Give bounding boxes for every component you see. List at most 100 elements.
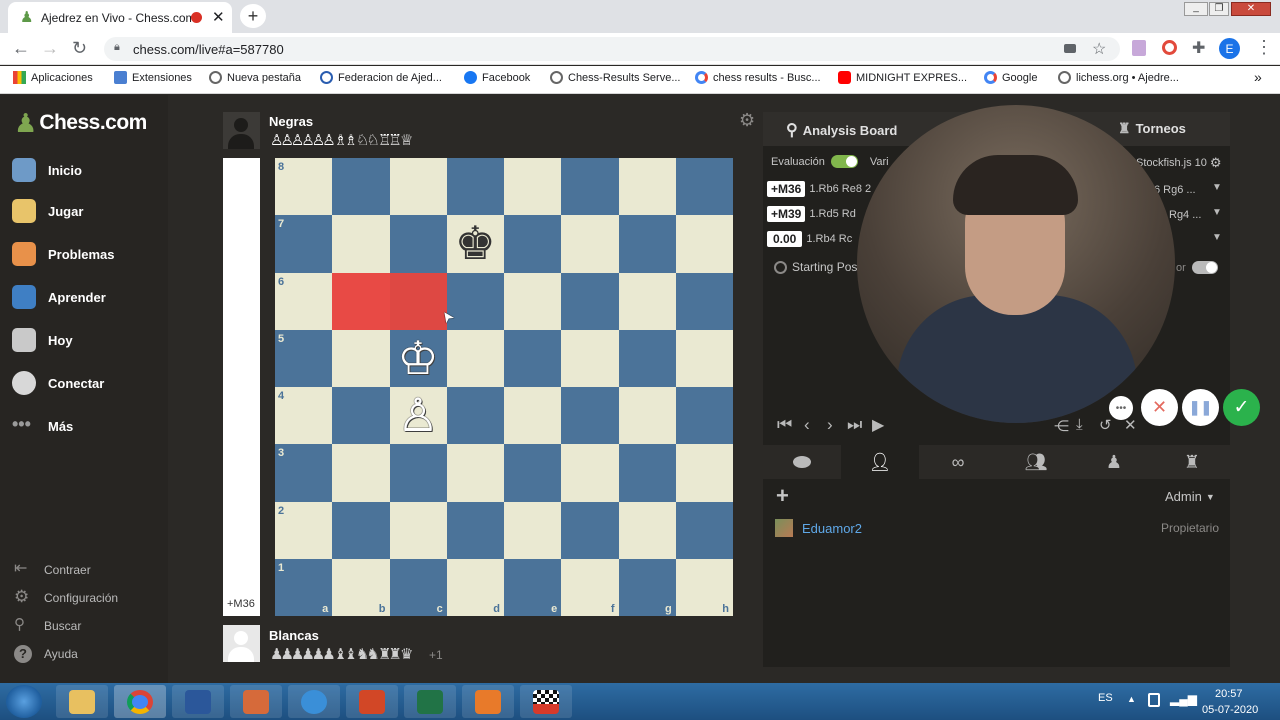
square-e5[interactable] (504, 329, 562, 387)
minimize-icon[interactable]: _ (1184, 2, 1208, 16)
square-e1[interactable]: e (504, 558, 562, 616)
engine-line-2[interactable]: +M39 1.Rd5 Rd (767, 206, 856, 222)
clock-time[interactable]: 20:57 (1215, 688, 1243, 700)
reload-icon[interactable]: ↻ (72, 38, 87, 59)
sidebar-item-jugar[interactable]: Jugar (12, 199, 83, 223)
tray-device-icon[interactable] (1148, 693, 1160, 707)
play-icon[interactable]: ▶ (872, 415, 884, 435)
option-toggle[interactable] (1192, 261, 1218, 274)
language-indicator[interactable]: ES (1098, 692, 1113, 704)
forward-icon[interactable]: → (41, 38, 59, 59)
black-player-name[interactable]: Negras (269, 114, 313, 129)
bookmarks-more[interactable]: » (1254, 69, 1262, 85)
square-f5[interactable] (561, 329, 619, 387)
tab-torneos[interactable]: ♜ Torneos (1118, 120, 1186, 137)
square-b7[interactable] (332, 215, 390, 273)
last-move-icon[interactable]: ⏭ (847, 415, 862, 435)
square-b3[interactable] (332, 444, 390, 502)
square-g1[interactable]: g (618, 558, 676, 616)
close-tab-icon[interactable]: ✕ (212, 8, 225, 26)
square-h5[interactable] (675, 329, 733, 387)
overlay-pause-button[interactable]: ❚❚ (1182, 389, 1219, 426)
square-f4[interactable] (561, 387, 619, 445)
square-b1[interactable]: b (332, 558, 390, 616)
bookmark-google-search[interactable]: chess results - Busc... (695, 71, 821, 84)
sidebar-help[interactable]: ? Ayuda (14, 645, 78, 663)
white-piece-c5[interactable]: ♔ (390, 330, 447, 387)
tab-chat[interactable] (763, 445, 841, 479)
square-e2[interactable] (504, 501, 562, 559)
square-a1[interactable]: 1a (275, 558, 333, 616)
square-e8[interactable] (504, 158, 562, 216)
square-h3[interactable] (675, 444, 733, 502)
puzzle-icon[interactable]: ✚ (1192, 38, 1205, 58)
square-a2[interactable]: 2 (275, 501, 333, 559)
menu-icon[interactable]: ⋮ (1255, 37, 1273, 58)
square-f8[interactable] (561, 158, 619, 216)
new-tab-button[interactable]: + (240, 4, 266, 28)
sidebar-collapse[interactable]: ⇤ Contraer (14, 561, 91, 579)
browser-tab[interactable]: ♟ Ajedrez en Vivo - Chess.com ✕ (8, 2, 232, 33)
taskbar-powerpoint[interactable] (346, 685, 398, 718)
square-a5[interactable]: 5 (275, 329, 333, 387)
overlay-cancel-button[interactable]: ✕ (1141, 389, 1178, 426)
square-h6[interactable] (675, 272, 733, 330)
overlay-more-button[interactable]: ••• (1109, 396, 1133, 420)
bookmark-google[interactable]: Google (984, 71, 1037, 84)
square-h8[interactable] (675, 158, 733, 216)
square-h7[interactable] (675, 215, 733, 273)
square-d1[interactable]: d (446, 558, 504, 616)
square-b2[interactable] (332, 501, 390, 559)
sidebar-item-hoy[interactable]: Hoy (12, 328, 73, 352)
square-a8[interactable]: 8 (275, 158, 333, 216)
line-3-chevron-down-icon[interactable]: ▼ (1212, 232, 1222, 243)
taskbar-recorder[interactable] (520, 685, 572, 718)
square-f7[interactable] (561, 215, 619, 273)
network-icon[interactable]: ▂▄▆ (1170, 692, 1197, 706)
square-d3[interactable] (446, 444, 504, 502)
sidebar-item-inicio[interactable]: Inicio (12, 158, 82, 182)
overlay-confirm-button[interactable]: ✓ (1223, 389, 1260, 426)
square-b4[interactable] (332, 387, 390, 445)
bookmark-new-tab[interactable]: Nueva pestaña (209, 71, 301, 84)
taskbar-media[interactable] (462, 685, 514, 718)
start-button[interactable] (6, 685, 42, 718)
bookmark-apps[interactable]: Aplicaciones (13, 71, 93, 84)
square-d4[interactable] (446, 387, 504, 445)
square-e7[interactable] (504, 215, 562, 273)
square-f6[interactable] (561, 272, 619, 330)
square-a4[interactable]: 4 (275, 387, 333, 445)
square-d5[interactable] (446, 329, 504, 387)
square-h4[interactable] (675, 387, 733, 445)
square-c8[interactable] (389, 158, 447, 216)
evaluation-toggle[interactable] (830, 155, 858, 168)
square-d6[interactable] (446, 272, 504, 330)
line-2-chevron-down-icon[interactable]: ▼ (1212, 207, 1222, 218)
square-h2[interactable] (675, 501, 733, 559)
extension-chrome-icon[interactable] (1162, 40, 1177, 55)
camera-icon[interactable] (1064, 44, 1076, 53)
square-g5[interactable] (618, 329, 676, 387)
square-c7[interactable] (389, 215, 447, 273)
profile-avatar[interactable]: E (1219, 38, 1240, 59)
chesscom-logo[interactable]: ♟ Chess.com (14, 110, 147, 136)
square-e4[interactable] (504, 387, 562, 445)
first-move-icon[interactable]: ⏮ (777, 415, 792, 435)
square-c6[interactable] (389, 272, 447, 330)
engine-line-3[interactable]: 0.00 1.Rb4 Rc (767, 231, 852, 247)
board-settings-gear-icon[interactable]: ⚙ (739, 110, 755, 131)
square-d2[interactable] (446, 501, 504, 559)
bookmark-youtube[interactable]: MIDNIGHT EXPRES... (838, 71, 967, 84)
square-g4[interactable] (618, 387, 676, 445)
bookmark-facebook[interactable]: Facebook (464, 71, 530, 84)
sidebar-item-mas[interactable]: ••• Más (12, 414, 73, 438)
square-e6[interactable] (504, 272, 562, 330)
tab-spectators[interactable]: ∞ (919, 445, 997, 479)
engine-line-1[interactable]: +M36 1.Rb6 Re8 2 (767, 181, 871, 197)
address-bar[interactable]: 🔒︎ chess.com/live#a=587780 ☆ (104, 37, 1120, 61)
square-f1[interactable]: f (561, 558, 619, 616)
bookmark-lichess[interactable]: lichess.org • Ajedre... (1058, 71, 1179, 84)
sidebar-item-problemas[interactable]: Problemas (12, 242, 114, 266)
square-a6[interactable]: 6 (275, 272, 333, 330)
window-close-icon[interactable]: ✕ (1231, 2, 1271, 16)
